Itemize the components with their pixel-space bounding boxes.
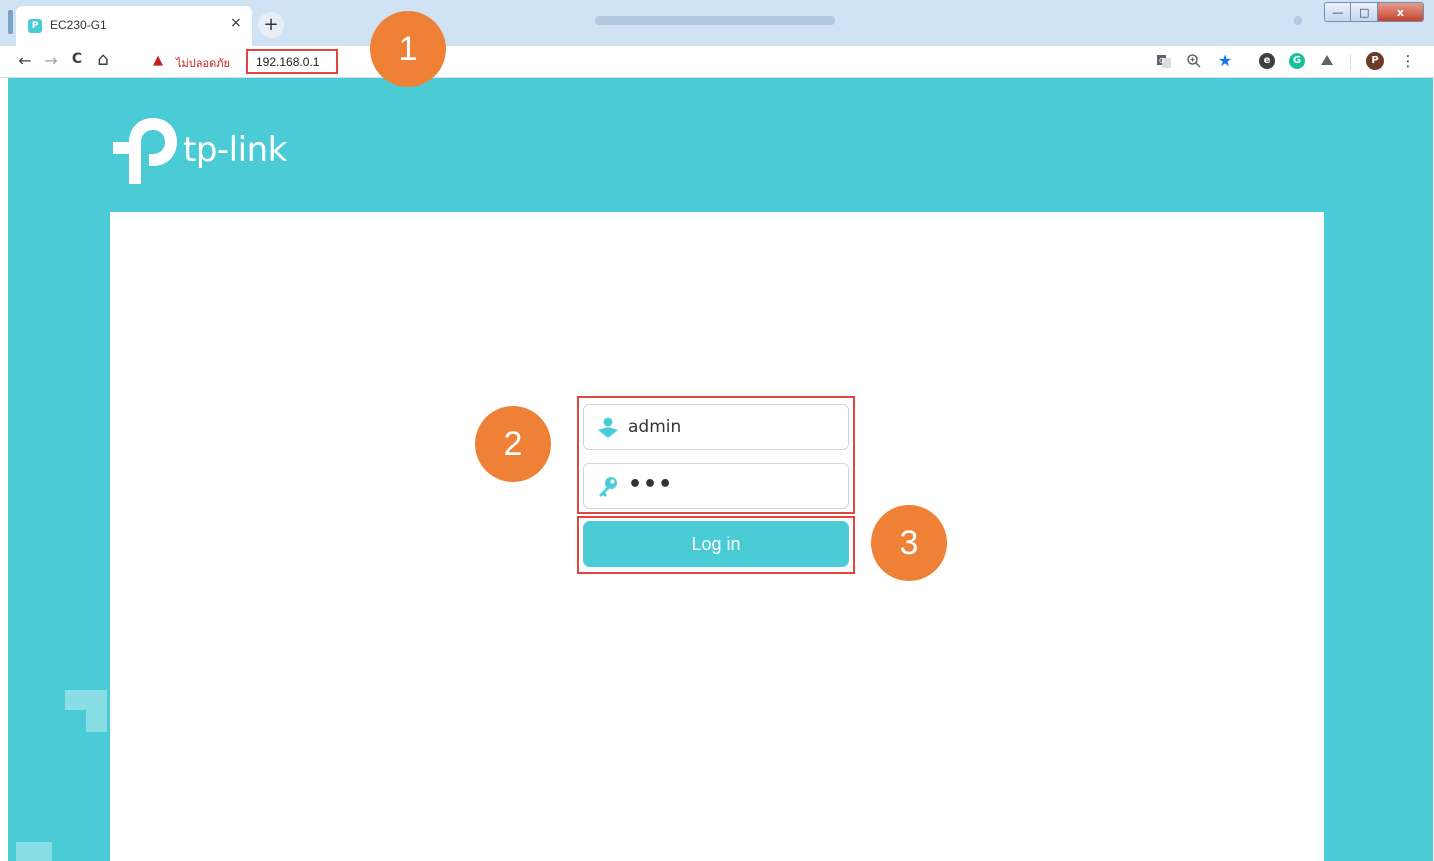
password-field[interactable]: ••• bbox=[583, 463, 849, 509]
address-bar[interactable]: 192.168.0.1 bbox=[246, 49, 338, 74]
profile-avatar[interactable]: P bbox=[1366, 52, 1384, 70]
browser-tab[interactable]: P EC230-G1 × bbox=[16, 6, 252, 46]
security-status-label[interactable]: ไม่ปลอดภัย bbox=[176, 54, 230, 72]
router-login-page: tp-link admin ••• Log in bbox=[8, 78, 1433, 861]
grammarly-icon[interactable]: G bbox=[1289, 53, 1305, 69]
tab-title: EC230-G1 bbox=[50, 18, 107, 32]
translate-icon[interactable]: G bbox=[1156, 53, 1172, 69]
background-decoration bbox=[86, 710, 107, 732]
zoom-icon[interactable] bbox=[1186, 53, 1202, 69]
key-icon bbox=[599, 477, 617, 497]
callout-step-1: 1 bbox=[370, 11, 446, 87]
maximize-button[interactable]: □ bbox=[1351, 3, 1378, 21]
bookmark-star-icon[interactable]: ★ bbox=[1217, 53, 1233, 69]
reload-button[interactable]: C bbox=[66, 51, 88, 67]
window-controls: — □ x bbox=[1324, 2, 1424, 22]
browser-title-bar: P EC230-G1 × + — □ x bbox=[0, 0, 1434, 46]
browser-toolbar: ← → C ⌂ ▲ ไม่ปลอดภัย 192.168.0.1 G ★ e G… bbox=[0, 46, 1434, 78]
home-button[interactable]: ⌂ bbox=[92, 49, 114, 70]
back-button[interactable]: ← bbox=[14, 51, 36, 70]
background-decoration bbox=[16, 842, 52, 861]
tp-link-logo-mark-icon bbox=[113, 118, 177, 184]
toolbar-separator bbox=[1350, 54, 1351, 70]
drive-icon[interactable] bbox=[1319, 53, 1335, 69]
background-window-title bbox=[595, 16, 835, 25]
window-edge bbox=[8, 10, 13, 34]
extension-icon[interactable]: e bbox=[1259, 53, 1275, 69]
user-icon bbox=[598, 417, 618, 438]
tab-close-icon[interactable]: × bbox=[230, 15, 242, 31]
login-button[interactable]: Log in bbox=[583, 521, 849, 567]
background-window-marker bbox=[1294, 16, 1302, 25]
browser-menu-icon[interactable]: ⋮ bbox=[1400, 53, 1416, 69]
background-decoration bbox=[65, 690, 107, 710]
callout-step-3: 3 bbox=[871, 505, 947, 581]
close-window-button[interactable]: x bbox=[1377, 3, 1423, 21]
warning-triangle-icon[interactable]: ▲ bbox=[153, 53, 163, 68]
callout-step-2: 2 bbox=[475, 406, 551, 482]
new-tab-button[interactable]: + bbox=[258, 12, 284, 38]
minimize-button[interactable]: — bbox=[1325, 3, 1352, 21]
username-field[interactable]: admin bbox=[583, 404, 849, 450]
username-value: admin bbox=[628, 417, 682, 437]
brand-name: tp-link bbox=[183, 130, 287, 170]
password-masked-value: ••• bbox=[628, 472, 674, 497]
tp-link-favicon-icon: P bbox=[28, 19, 42, 33]
svg-text:G: G bbox=[1159, 57, 1164, 65]
forward-button[interactable]: → bbox=[40, 51, 62, 70]
